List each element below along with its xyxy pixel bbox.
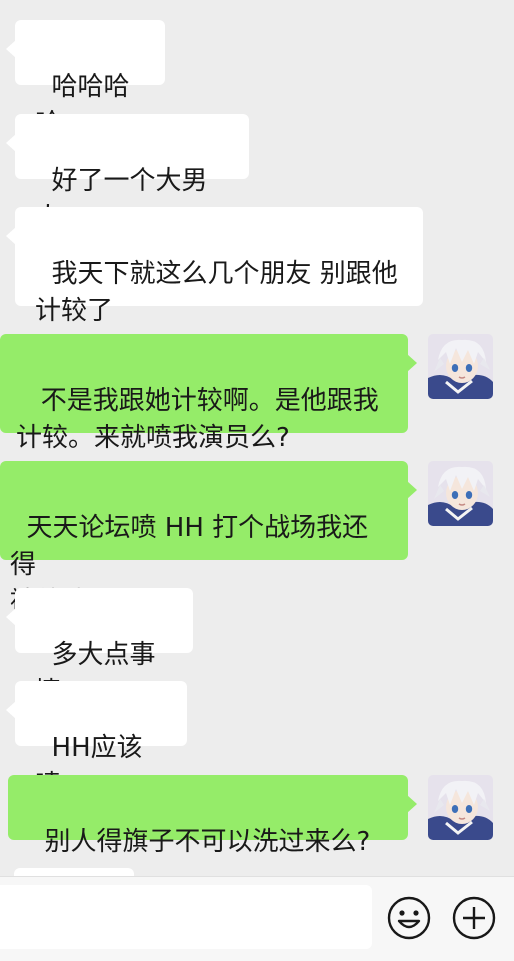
message-bubble-incoming[interactable]: 哈哈哈哈: [6, 20, 165, 139]
more-options-button[interactable]: [451, 895, 497, 941]
avatar-image: [428, 775, 493, 840]
smiley-face-icon: [387, 896, 431, 940]
message-bubble-incoming[interactable]: 我天下就这么几个朋友 别跟他 计较了: [6, 207, 423, 326]
avatar-image: [428, 334, 493, 399]
emoji-button[interactable]: [386, 895, 432, 941]
message-text: 不是我跟她计较啊。是他跟我 计较。来就喷我演员么?: [16, 386, 379, 453]
message-input[interactable]: [0, 885, 372, 949]
message-bubble-outgoing[interactable]: 不是我跟她计较啊。是他跟我 计较。来就喷我演员么?: [0, 334, 417, 453]
user-avatar[interactable]: [428, 461, 493, 526]
user-avatar[interactable]: [428, 775, 493, 840]
plus-circle-icon: [452, 896, 496, 940]
user-avatar[interactable]: [428, 334, 493, 399]
chat-input-bar: [0, 876, 514, 961]
message-bubble-outgoing[interactable]: 天天论坛喷 HH 打个战场我还得 被他喷?: [0, 461, 417, 617]
message-bubble-incoming[interactable]: 多大点事情: [6, 588, 193, 707]
message-bubble-outgoing[interactable]: 别人得旗子不可以洗过来么?: [8, 775, 417, 857]
message-bubble-incoming[interactable]: HH应该喷: [6, 681, 187, 800]
message-bubble-incoming[interactable]: 好了一个大男人: [6, 114, 249, 233]
message-text: 别人得旗子不可以洗过来么?: [44, 827, 371, 857]
message-text: 我天下就这么几个朋友 别跟他 计较了: [35, 259, 398, 326]
avatar-image: [428, 461, 493, 526]
